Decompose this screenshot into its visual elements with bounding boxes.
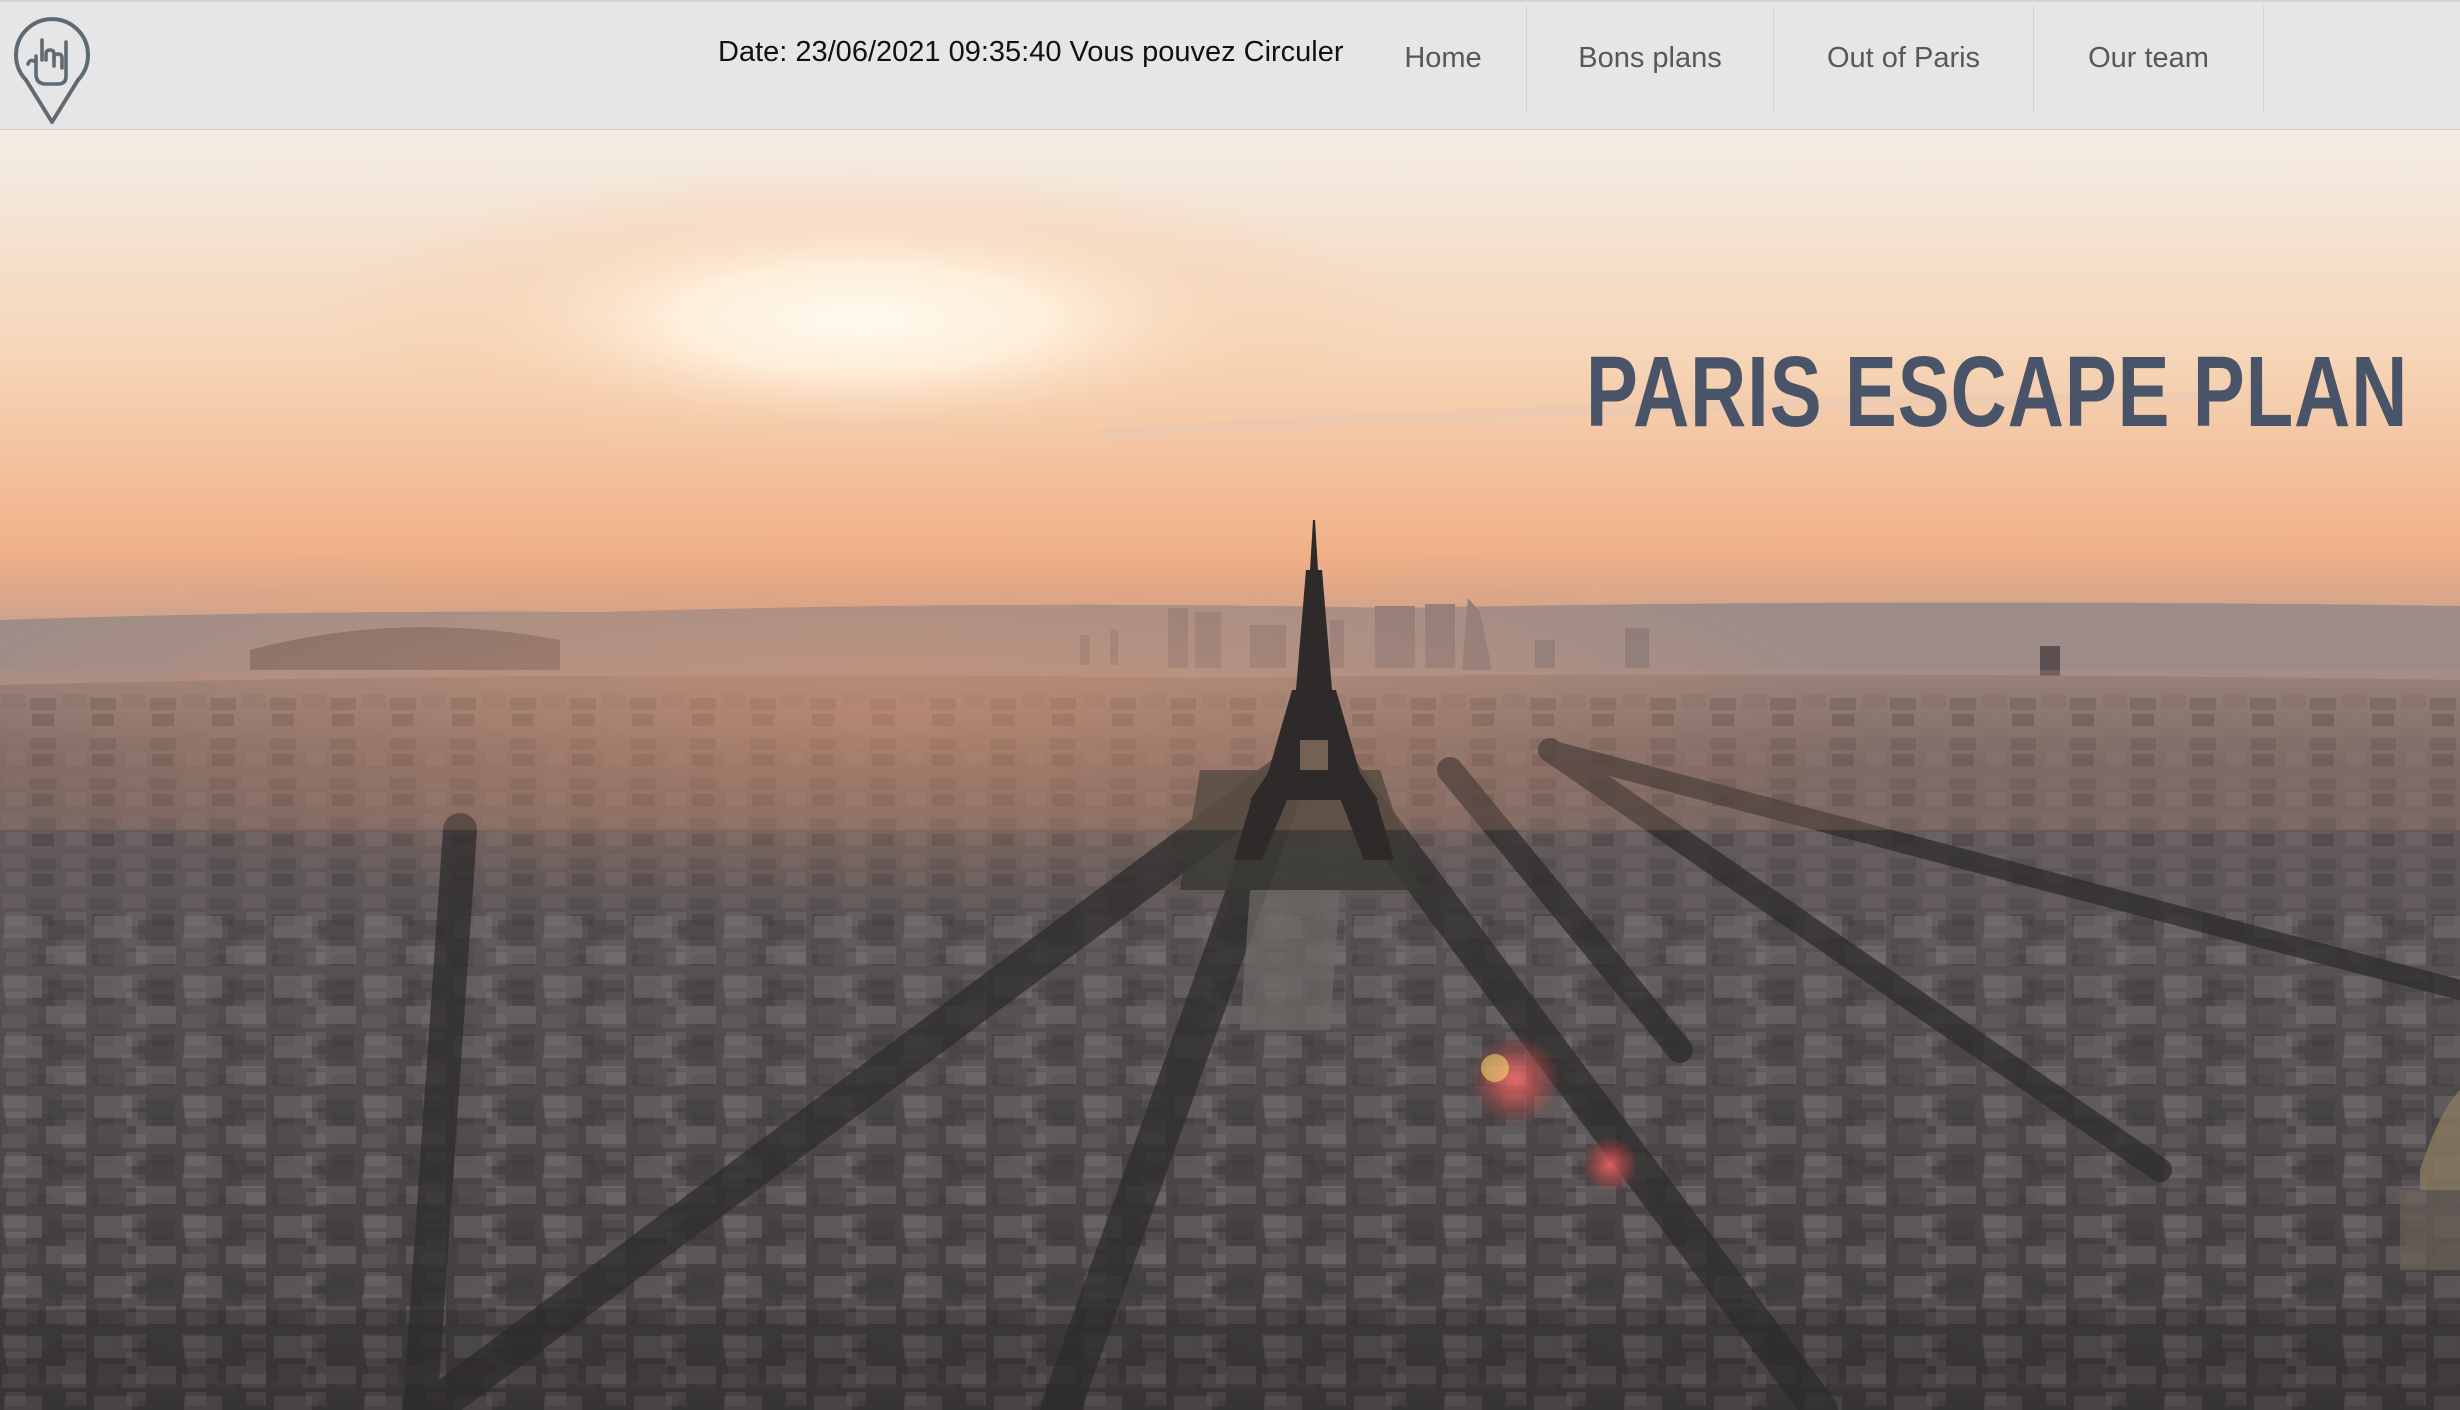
rock-hand-location-pin-icon — [14, 17, 90, 124]
hero-banner: PARIS ESCAPE PLAN — [0, 130, 2460, 1410]
nav-item-out-of-paris[interactable]: Out of Paris — [1774, 6, 2034, 112]
date-status-text: Date: 23/06/2021 09:35:40 Vous pouvez Ci… — [718, 36, 1344, 68]
nav-item-home[interactable]: Home — [1360, 6, 1527, 112]
nav-item-our-team[interactable]: Our team — [2034, 6, 2264, 112]
main-nav: Home Bons plans Out of Paris Our team — [1360, 6, 2264, 112]
site-logo[interactable] — [12, 14, 92, 124]
aerial-paris-sunset-eiffel-tower-image — [0, 130, 2460, 1410]
top-navbar: Date: 23/06/2021 09:35:40 Vous pouvez Ci… — [0, 0, 2460, 130]
nav-item-bons-plans[interactable]: Bons plans — [1527, 6, 1774, 112]
hero-title: PARIS ESCAPE PLAN — [1585, 336, 2408, 448]
